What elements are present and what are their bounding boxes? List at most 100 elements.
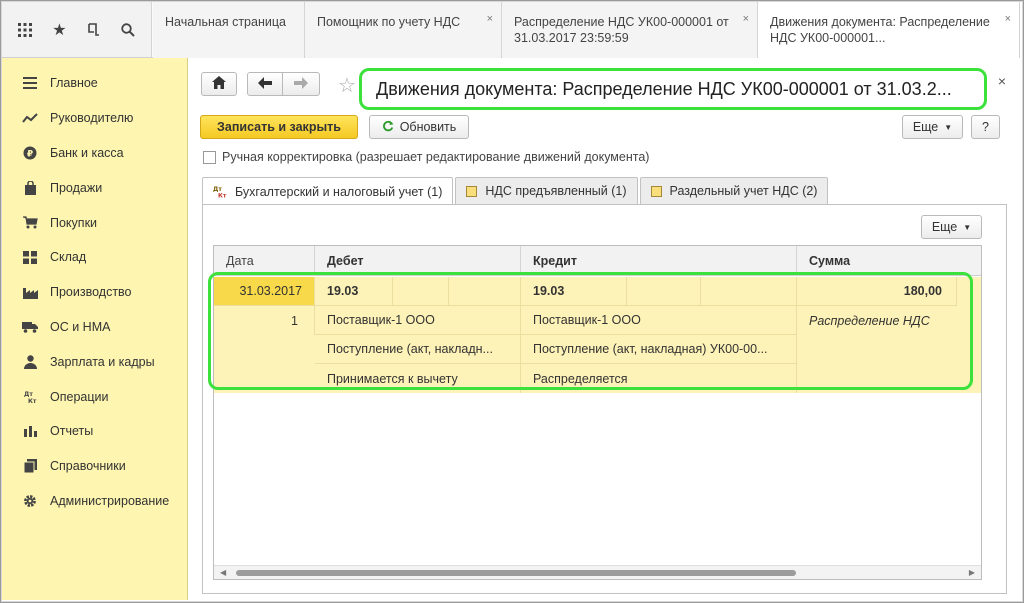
column-amount[interactable]: Сумма	[797, 246, 981, 276]
sidebar-item-label: ОС и НМА	[50, 319, 111, 334]
cell-debit-subconto-3[interactable]: Принимается к вычету	[315, 364, 521, 393]
scroll-left-icon[interactable]: ◀	[220, 568, 226, 577]
cell-content[interactable]: Распределение НДС	[797, 306, 981, 335]
home-button[interactable]	[201, 72, 237, 96]
page-title-text: Движения документа: Распределение НДС УК…	[376, 78, 952, 99]
sidebar-item-production[interactable]: Производство	[2, 275, 187, 310]
close-icon[interactable]: ×	[487, 11, 493, 27]
cell-credit-subconto-3[interactable]: Распределяется	[521, 364, 797, 393]
page-title: Движения документа: Распределение НДС УК…	[359, 68, 987, 110]
close-icon[interactable]: ×	[743, 11, 749, 27]
sidebar-item-operations[interactable]: Дт Кт Операции	[2, 379, 187, 414]
tab-home[interactable]: Начальная страница	[153, 2, 305, 58]
sidebar-item-label: Справочники	[50, 459, 126, 474]
top-bar: ★ Начальная страница Помощник по учету Н…	[2, 2, 1020, 59]
manual-correction-label: Ручная корректировка (разрешает редактир…	[222, 150, 650, 164]
sidebar-item-bank[interactable]: ₽ Банк и касса	[2, 136, 187, 171]
tab-vat-presented[interactable]: НДС предъявленный (1)	[455, 177, 638, 204]
search-icon[interactable]	[115, 17, 141, 43]
tab-label: Распределение НДС УК00-000001 от 31.03.2…	[514, 15, 729, 45]
manual-correction-checkbox[interactable]	[203, 150, 216, 164]
quick-access: ★	[2, 2, 152, 57]
cart-icon	[20, 216, 40, 229]
refresh-button[interactable]: Обновить	[369, 115, 469, 139]
refresh-icon	[382, 120, 394, 135]
tab-document-movements[interactable]: Движения документа: Распределение НДС УК…	[758, 2, 1020, 59]
favorite-star-icon[interactable]: ☆	[338, 73, 356, 98]
sidebar-item-sales[interactable]: Продажи	[2, 170, 187, 205]
tab-label: Начальная страница	[165, 15, 286, 29]
sidebar-item-reports[interactable]: Отчеты	[2, 414, 187, 449]
sidebar-item-references[interactable]: Справочники	[2, 449, 187, 484]
cell-debit-subconto-1[interactable]: Поставщик-1 ООО	[315, 306, 521, 335]
bag-icon	[20, 180, 40, 195]
movement-tabs: Дт Кт Бухгалтерский и налоговый учет (1) …	[202, 177, 830, 205]
table-more-button[interactable]: Еще ▼	[921, 215, 982, 239]
cell-credit-blank[interactable]	[701, 277, 797, 306]
person-icon	[20, 355, 40, 369]
cell-credit-account[interactable]: 19.03	[521, 277, 627, 306]
back-button[interactable]	[247, 72, 283, 96]
cell-debit-account[interactable]: 19.03	[315, 277, 393, 306]
sidebar-item-label: Банк и касса	[50, 145, 124, 160]
factory-icon	[20, 286, 40, 299]
history-icon[interactable]	[81, 17, 107, 43]
sidebar-item-payroll[interactable]: Зарплата и кадры	[2, 344, 187, 379]
books-icon	[20, 459, 40, 474]
bar-chart-icon	[20, 425, 40, 438]
tab-label: Движения документа: Распределение НДС УК…	[770, 15, 990, 45]
trend-icon	[20, 112, 40, 124]
sidebar-item-label: Отчеты	[50, 424, 94, 439]
save-and-close-button[interactable]: Записать и закрыть	[200, 115, 358, 139]
apps-grid-icon[interactable]	[12, 17, 38, 43]
more-label: Еще	[931, 220, 958, 234]
warehouse-icon	[20, 250, 40, 264]
tab-panel: Еще ▼ Дата Дебет Кредит Сумма 31.03.2017…	[202, 204, 1007, 594]
cell-date[interactable]: 31.03.2017	[214, 277, 315, 306]
tab-vat-assistant[interactable]: Помощник по учету НДС ×	[305, 2, 502, 58]
more-button[interactable]: Еще ▼	[902, 115, 963, 139]
tab-separate-vat[interactable]: Раздельный учет НДС (2)	[639, 177, 829, 204]
tab-label: НДС предъявленный (1)	[485, 184, 627, 198]
cell-debit-blank[interactable]	[393, 277, 449, 306]
cell-debit-subconto-2[interactable]: Поступление (акт, накладн...	[315, 335, 521, 364]
cell-debit-blank[interactable]	[449, 277, 521, 306]
cell-credit-subconto-1[interactable]: Поставщик-1 ООО	[521, 306, 797, 335]
scroll-right-icon[interactable]: ▶	[969, 568, 975, 577]
sidebar-item-warehouse[interactable]: Склад	[2, 240, 187, 275]
tab-label: Раздельный учет НДС (2)	[669, 184, 818, 198]
sidebar-item-administration[interactable]: Администрирование	[2, 484, 187, 519]
register-icon	[650, 185, 662, 197]
cell-credit-subconto-2[interactable]: Поступление (акт, накладная) УК00-00...	[521, 335, 797, 364]
sidebar-item-fixed-assets[interactable]: ОС и НМА	[2, 310, 187, 345]
close-icon[interactable]: ×	[1005, 11, 1011, 27]
column-date[interactable]: Дата	[214, 246, 315, 276]
column-debit[interactable]: Дебет	[315, 246, 521, 276]
horizontal-scrollbar[interactable]: ◀ ▶	[214, 565, 981, 579]
sidebar-item-main[interactable]: Главное	[2, 66, 187, 101]
more-label: Еще	[912, 120, 939, 134]
arrow-right-icon	[294, 76, 308, 92]
truck-icon	[20, 321, 40, 333]
movements-table[interactable]: Дата Дебет Кредит Сумма 31.03.2017 19.03…	[213, 245, 982, 580]
refresh-label: Обновить	[399, 120, 457, 134]
tab-vat-distribution[interactable]: Распределение НДС УК00-000001 от 31.03.2…	[502, 2, 758, 58]
gear-icon	[20, 494, 40, 508]
tab-accounting[interactable]: Дт Кт Бухгалтерский и налоговый учет (1)	[202, 177, 454, 205]
scrollbar-thumb[interactable]	[236, 570, 796, 576]
cell-line-number[interactable]: 1	[214, 306, 315, 335]
dt-kt-icon: Дт Кт	[213, 185, 227, 198]
close-icon[interactable]: ×	[998, 73, 1006, 89]
svg-text:Кт: Кт	[218, 193, 227, 199]
table-row[interactable]: 31.03.2017 19.03 19.03 180,00 1 Поставщи…	[214, 277, 981, 393]
manual-correction[interactable]: Ручная корректировка (разрешает редактир…	[203, 150, 649, 164]
column-credit[interactable]: Кредит	[521, 246, 797, 276]
sidebar-item-purchases[interactable]: Покупки	[2, 205, 187, 240]
cell-amount[interactable]: 180,00	[797, 277, 957, 306]
cell-credit-blank[interactable]	[627, 277, 701, 306]
sidebar-item-manager[interactable]: Руководителю	[2, 101, 187, 136]
star-icon[interactable]: ★	[46, 17, 72, 43]
help-button[interactable]: ?	[971, 115, 1000, 139]
forward-button[interactable]	[282, 72, 320, 96]
sidebar-item-label: Зарплата и кадры	[50, 354, 155, 369]
